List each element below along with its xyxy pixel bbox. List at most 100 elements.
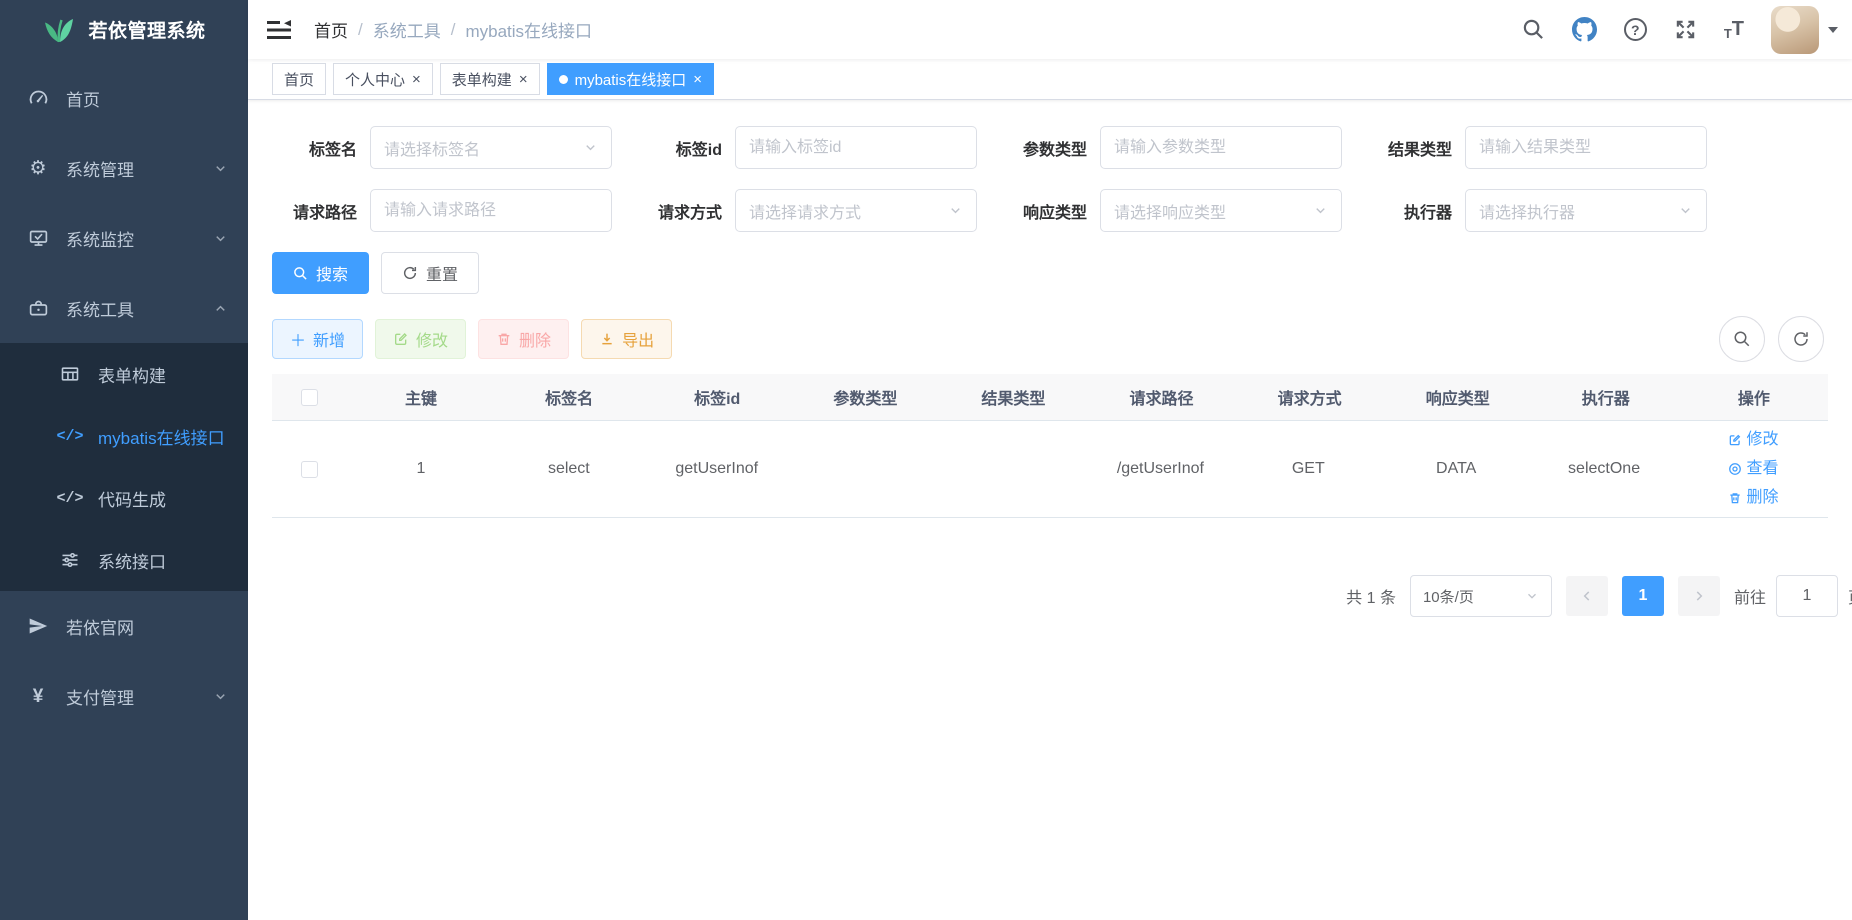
add-button[interactable]: ＋ 新增 [272,319,363,359]
fullscreen-icon[interactable] [1674,18,1697,41]
show-search-button[interactable] [1719,316,1765,362]
sidebar-item-payment-manage[interactable]: ¥ 支付管理 [0,661,248,731]
export-button[interactable]: 导出 [581,319,672,359]
table-header: 主键 标签名 标签id 参数类型 结果类型 请求路径 请求方式 响应类型 执行器… [272,374,1828,421]
select-placeholder: 请选择执行器 [1479,199,1575,223]
row-delete-link[interactable]: 删除 [1728,484,1779,512]
tags-bar: 首页 个人中心 × 表单构建 × mybatis在线接口 × [248,59,1852,100]
request-method-select[interactable]: 请选择请求方式 [735,189,977,232]
breadcrumb-item: mybatis在线接口 [465,17,592,42]
tab-label: 表单构建 [452,69,512,90]
avatar[interactable] [1771,6,1819,54]
page-unit-label: 页 [1848,584,1852,608]
chevron-down-icon [213,689,228,704]
dashboard-icon [26,88,50,109]
user-menu[interactable] [1771,6,1838,54]
chevron-down-icon [1525,589,1539,603]
plus-icon: ＋ [290,327,306,351]
prev-page-button[interactable] [1566,576,1608,616]
close-icon[interactable]: × [519,72,528,87]
delete-button[interactable]: 删除 [478,319,569,359]
column-header: 标签名 [495,385,643,409]
sidebar-item-official-site[interactable]: 若依官网 [0,591,248,661]
breadcrumb-item: 系统工具 [373,17,441,42]
tab-mybatis-api[interactable]: mybatis在线接口 × [547,63,714,95]
executor-select[interactable]: 请选择执行器 [1465,189,1707,232]
sidebar-item-system-monitor[interactable]: 系统监控 [0,203,248,273]
code-icon: </> [58,428,82,445]
sidebar-item-system-manage[interactable]: ⚙ 系统管理 [0,133,248,203]
cell-actions: 修改 查看 删除 [1678,426,1828,512]
field-label: 响应类型 [1002,199,1087,223]
tab-label: mybatis在线接口 [575,69,687,90]
request-path-input[interactable] [370,189,612,232]
question-icon[interactable]: ? [1624,18,1647,41]
chevron-down-icon [583,140,598,155]
result-type-input[interactable] [1465,126,1707,169]
reset-button[interactable]: 重置 [381,252,479,294]
gear-icon: ⚙ [26,159,50,178]
refresh-button[interactable] [1778,316,1824,362]
monitor-icon [26,228,50,249]
sidebar-toggle-button[interactable] [248,0,308,59]
field-response-type: 响应类型 请选择响应类型 [1002,189,1342,232]
chevron-down-icon [213,161,228,176]
goto-label: 前往 [1734,584,1766,608]
sidebar-item-form-builder[interactable]: 表单构建 [0,343,248,405]
cell-tag-id: getUserInof [643,460,791,478]
toolbox-icon [26,298,50,319]
sidebar-item-system-api[interactable]: 系统接口 [0,529,248,591]
row-checkbox[interactable] [301,461,318,478]
page-size-select[interactable]: 10条/页 [1410,575,1552,617]
sidebar-item-label: 系统工具 [66,296,213,321]
tag-name-select[interactable]: 请选择标签名 [370,126,612,169]
goto-page-input[interactable] [1776,575,1838,617]
close-icon[interactable]: × [693,72,702,87]
field-label: 结果类型 [1367,136,1452,160]
active-dot [559,75,568,84]
cell-executor: selectOne [1530,460,1678,478]
breadcrumb-item[interactable]: 首页 [314,17,348,42]
select-all-checkbox[interactable] [301,389,318,406]
select-placeholder: 请选择标签名 [384,136,480,160]
sidebar-item-code-gen[interactable]: </> 代码生成 [0,467,248,529]
page-number-button[interactable]: 1 [1622,576,1664,616]
close-icon[interactable]: × [412,72,421,87]
cell-response-type: DATA [1382,460,1530,478]
search-icon[interactable] [1522,18,1545,41]
column-header: 请求方式 [1236,385,1384,409]
search-button[interactable]: 搜索 [272,252,369,294]
pagination-total: 共 1 条 [1346,584,1396,608]
field-label: 请求路径 [272,199,357,223]
table-row[interactable]: 1 select getUserInof /getUserInof GET DA… [272,421,1828,518]
next-page-button[interactable] [1678,576,1720,616]
breadcrumb-separator: / [358,20,363,40]
sidebar-menu: 首页 ⚙ 系统管理 系统监控 [0,59,248,731]
field-request-method: 请求方式 请选择请求方式 [637,189,977,232]
search-form-row-2: 请求路径 请求方式 请选择请求方式 响应类型 请选择响应类型 [272,189,1828,232]
field-label: 执行器 [1367,199,1452,223]
tab-home[interactable]: 首页 [272,63,326,95]
sidebar-item-system-tools[interactable]: 系统工具 [0,273,248,343]
tab-profile[interactable]: 个人中心 × [333,63,433,95]
param-type-input[interactable] [1100,126,1342,169]
tab-form-builder[interactable]: 表单构建 × [440,63,540,95]
sidebar-item-home[interactable]: 首页 [0,63,248,133]
select-placeholder: 请选择响应类型 [1114,199,1226,223]
tag-id-input[interactable] [735,126,977,169]
row-edit-link[interactable]: 修改 [1728,426,1779,454]
sidebar-item-mybatis-api[interactable]: </> mybatis在线接口 [0,405,248,467]
paper-plane-icon [26,616,50,636]
sidebar-item-label: 首页 [66,86,228,111]
row-view-link[interactable]: 查看 [1728,455,1779,483]
github-icon[interactable] [1572,17,1597,42]
field-label: 标签id [637,136,722,160]
app-title: 若依管理系统 [88,16,205,43]
page-content: 标签名 请选择标签名 标签id 参数类型 [248,100,1852,920]
edit-button[interactable]: 修改 [375,319,466,359]
sidebar: 若依管理系统 首页 ⚙ 系统管理 [0,0,248,920]
tab-label: 个人中心 [345,69,405,90]
font-size-icon[interactable]: TT [1724,18,1744,41]
response-type-select[interactable]: 请选择响应类型 [1100,189,1342,232]
app-logo[interactable]: 若依管理系统 [0,0,248,59]
